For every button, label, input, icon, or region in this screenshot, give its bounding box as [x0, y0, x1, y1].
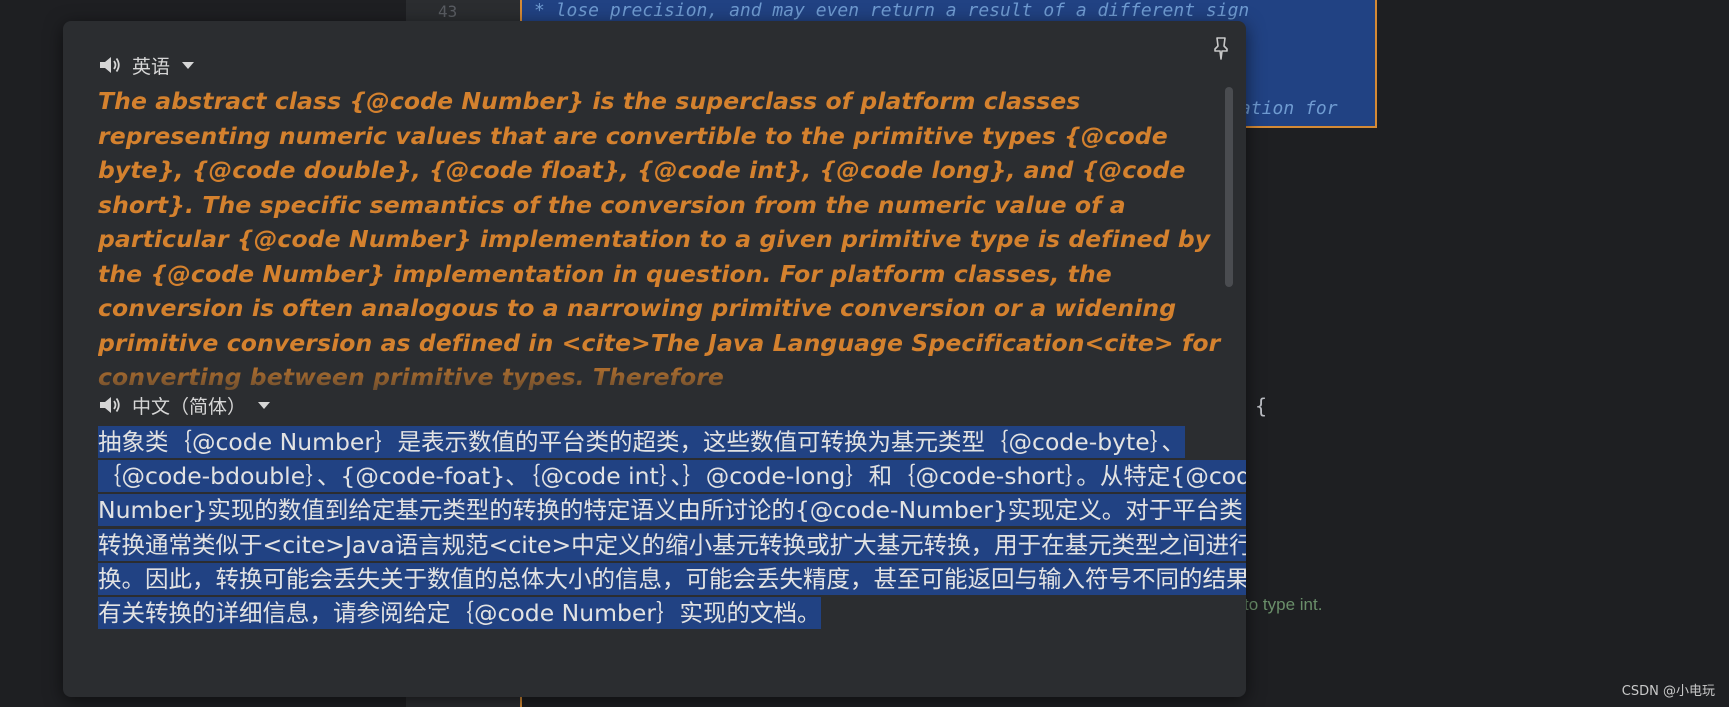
inlay-hint: to type int.	[1244, 595, 1323, 614]
target-text-panel[interactable]: 抽象类｛@code Number｝是表示数值的平台类的超类，这些数值可转换为基元…	[98, 425, 1246, 685]
source-text: The abstract class {@code Number} is the…	[98, 87, 1221, 391]
code-line[interactable]: ation for	[1240, 98, 1338, 119]
scrollbar-thumb[interactable]	[1225, 87, 1233, 287]
watermark: CSDN @小电玩	[1621, 684, 1715, 699]
source-scrollbar[interactable]	[1223, 87, 1235, 307]
source-language-label: 英语	[132, 55, 171, 78]
source-text-panel[interactable]: The abstract class {@code Number} is the…	[98, 84, 1246, 399]
code-brace[interactable]: {	[1255, 394, 1267, 418]
translation-popup: 英语 The abstract class {@code Number} is …	[63, 21, 1246, 697]
translated-text[interactable]: 抽象类｛@code Number｝是表示数值的平台类的超类，这些数值可转换为基元…	[98, 426, 1246, 630]
speaker-icon[interactable]	[98, 54, 122, 76]
chevron-down-icon[interactable]	[258, 401, 271, 409]
line-number: 43	[438, 2, 458, 21]
speaker-icon[interactable]	[98, 394, 122, 416]
pin-icon[interactable]	[1210, 35, 1232, 61]
target-language-label: 中文（简体）	[132, 395, 247, 418]
target-language-selector[interactable]: 中文（简体）	[98, 392, 271, 418]
code-line[interactable]: * lose precision, and may even return a …	[534, 0, 1249, 21]
chevron-down-icon[interactable]	[182, 61, 195, 69]
source-language-selector[interactable]: 英语	[98, 52, 195, 78]
